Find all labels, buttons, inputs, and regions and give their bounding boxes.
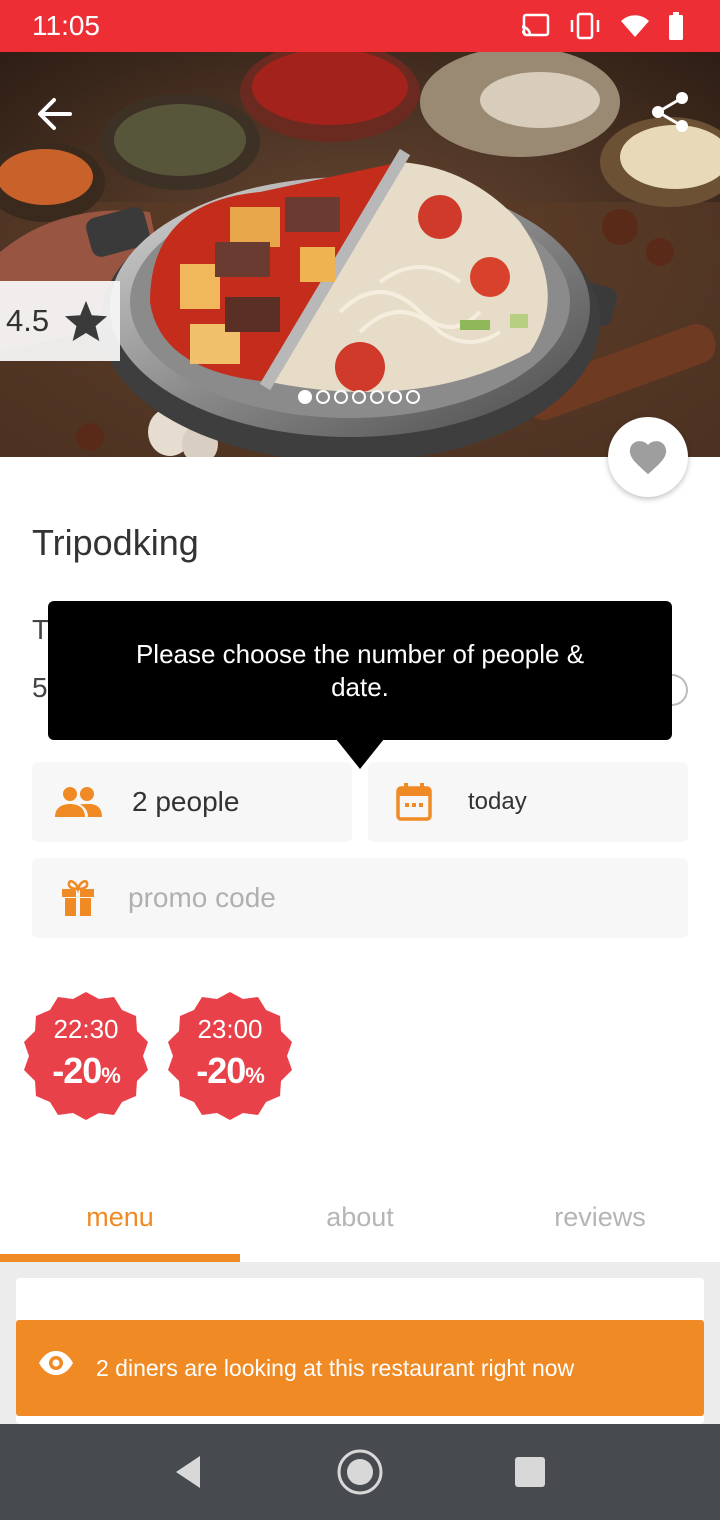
deal-time: 23:00: [197, 1014, 263, 1044]
star-icon: [65, 300, 108, 342]
status-bar: 11:05: [0, 0, 720, 52]
tab-about[interactable]: about: [240, 1202, 480, 1233]
carousel-dot[interactable]: [388, 390, 402, 404]
carousel-dot[interactable]: [352, 390, 366, 404]
rating-value: 4.5: [6, 303, 50, 338]
status-icons: [520, 12, 684, 45]
back-button[interactable]: [30, 88, 82, 140]
date-selector[interactable]: today: [368, 762, 688, 842]
restaurant-name: Tripodking: [32, 522, 199, 563]
share-button[interactable]: [644, 86, 696, 138]
tab-menu[interactable]: menu: [0, 1202, 240, 1233]
hero-image[interactable]: 4.5: [0, 52, 720, 457]
live-viewers-banner: 2 diners are looking at this restaurant …: [16, 1320, 704, 1416]
promo-code-field[interactable]: [32, 858, 688, 938]
wifi-icon: [620, 14, 650, 43]
gift-icon: [52, 878, 104, 918]
live-viewers-text: 2 diners are looking at this restaurant …: [96, 1354, 575, 1381]
restaurant-cuisine-partial: T: [32, 614, 50, 645]
deal-discount: -20%: [52, 1050, 121, 1091]
promo-code-input[interactable]: [128, 882, 528, 914]
active-tab-indicator: [0, 1254, 240, 1262]
vibrate-icon: [568, 12, 602, 45]
rating-badge: 4.5: [0, 281, 120, 361]
restaurant-address-partial: 5: [32, 672, 48, 703]
carousel-dot[interactable]: [370, 390, 384, 404]
nav-recents-button[interactable]: [506, 1448, 554, 1496]
choose-people-date-tooltip: Please choose the number of people & dat…: [48, 601, 672, 740]
deal-badge[interactable]: 22:30 -20%: [20, 990, 152, 1122]
carousel-dot[interactable]: [406, 390, 420, 404]
people-selector[interactable]: 2 people: [32, 762, 352, 842]
arrow-left-icon: [38, 98, 72, 130]
deal-badge[interactable]: 23:00 -20%: [164, 990, 296, 1122]
eye-icon: [39, 1351, 73, 1375]
triangle-back-icon: [176, 1456, 200, 1488]
calendar-icon: [388, 782, 440, 822]
carousel-dot[interactable]: [334, 390, 348, 404]
selected-date: today: [468, 788, 527, 815]
restaurant-screen: 11:05 4.5 Tripodking T 5 Please choose t…: [0, 0, 720, 1520]
nav-back-button[interactable]: [164, 1448, 212, 1496]
system-nav-bar: [0, 1424, 720, 1520]
cast-icon: [520, 13, 550, 44]
heart-icon: [629, 441, 667, 475]
deal-time: 22:30: [53, 1014, 119, 1044]
battery-icon: [668, 12, 684, 45]
section-tabs: menu about reviews: [0, 1180, 720, 1262]
status-time: 11:05: [32, 10, 100, 41]
carousel-dot[interactable]: [316, 390, 330, 404]
share-icon: [652, 92, 688, 132]
square-recents-icon: [515, 1457, 545, 1487]
deal-discount: -20%: [196, 1050, 265, 1091]
favorite-button[interactable]: [608, 417, 688, 497]
people-icon: [52, 782, 104, 822]
home-circle-icon: [337, 1449, 383, 1495]
carousel-indicator[interactable]: [298, 390, 420, 404]
carousel-dot[interactable]: [298, 390, 312, 404]
people-count: 2 people: [132, 786, 240, 817]
tab-reviews[interactable]: reviews: [480, 1202, 720, 1233]
nav-home-button[interactable]: [336, 1448, 384, 1496]
